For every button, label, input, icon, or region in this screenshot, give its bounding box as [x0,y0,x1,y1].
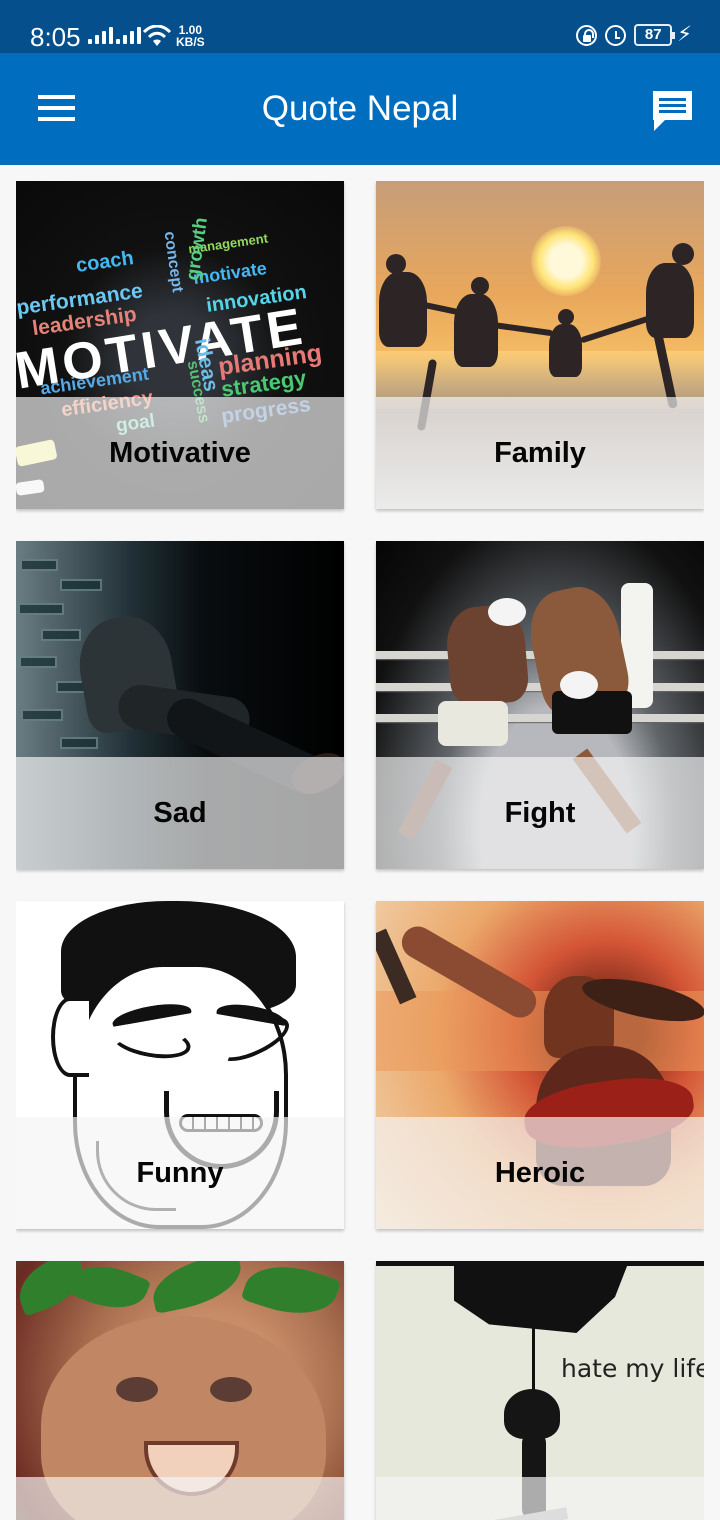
charging-icon: ⚡ [677,23,692,46]
category-label: Funny [136,1157,224,1189]
system-status-icons: 87 ⚡ [576,24,692,46]
category-card-sad-quote[interactable]: hate my life [376,1261,704,1520]
category-card-sad[interactable]: Sad [16,541,344,869]
category-label: Motivative [109,437,251,469]
category-label-band: Family [376,397,704,509]
category-label: Family [494,437,586,469]
cellular-signal-icon [88,27,113,44]
app-bar: Quote Nepal [0,53,720,165]
category-card-funny[interactable]: Funny [16,901,344,1229]
cellular-signal-icon [116,27,141,44]
app-title: Quote Nepal [261,89,459,128]
category-card-motivative[interactable]: coach management performance motivate in… [16,181,344,509]
network-speed: 1.00 KB/S [176,24,205,48]
category-label-band [376,1477,704,1520]
category-card-heroic[interactable]: Heroic [376,901,704,1229]
category-label-band: Fight [376,757,704,869]
category-label-band: Funny [16,1117,344,1229]
category-label: Sad [153,797,207,829]
category-label-band: Motivative [16,397,344,509]
category-label-band [16,1477,344,1520]
alarm-icon [605,24,627,46]
category-grid: coach management performance motivate in… [16,181,704,1520]
status-time: 8:05 [30,22,81,52]
screen-lock-icon [576,24,598,46]
category-label-band: Sad [16,757,344,869]
category-card-fight[interactable]: Fight [376,541,704,869]
network-speed-unit: KB/S [176,35,205,49]
menu-icon[interactable] [38,95,75,121]
battery-indicator: 87 [634,24,676,46]
wifi-icon [142,25,172,46]
status-bar: 8:05 1.00 KB/S 87 ⚡ [0,0,720,53]
message-icon[interactable] [650,89,695,132]
category-card-family[interactable]: Family [376,181,704,509]
category-label-band: Heroic [376,1117,704,1229]
category-card-monkey[interactable] [16,1261,344,1520]
category-label: Fight [504,797,576,829]
image-caption: hate my life [561,1354,704,1383]
category-label: Heroic [494,1157,586,1189]
battery-level: 87 [644,26,662,43]
